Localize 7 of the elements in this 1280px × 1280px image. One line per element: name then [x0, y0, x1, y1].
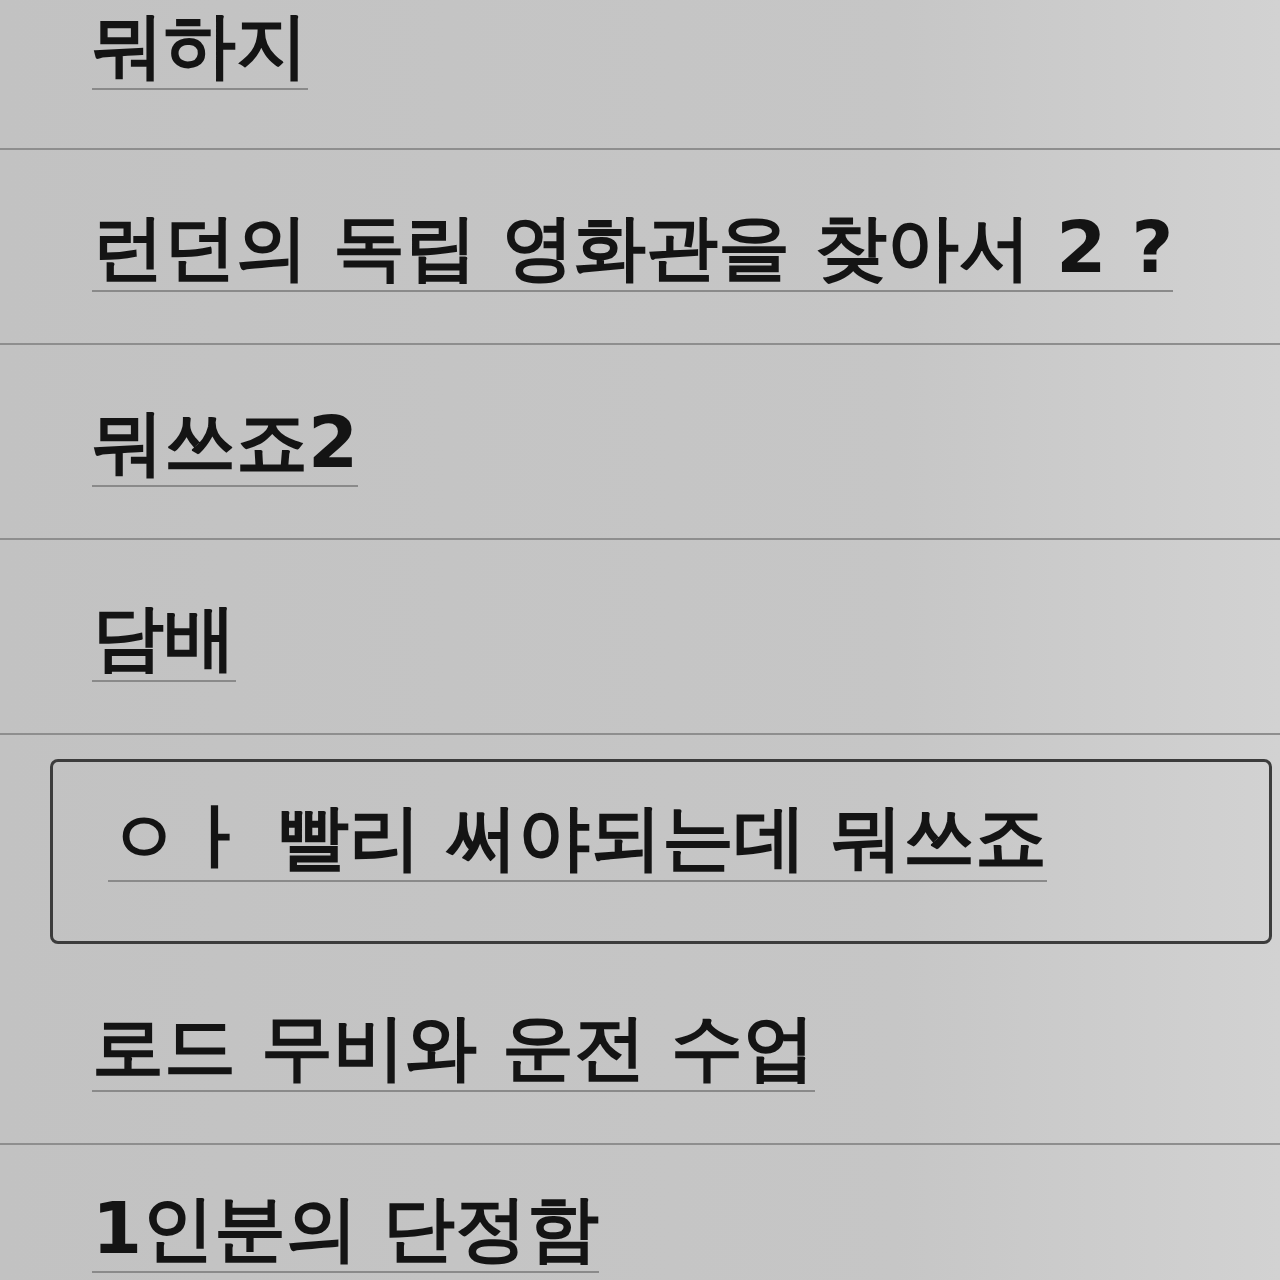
list-item-title: 런던의 독립 영화관을 찾아서 2 ?	[92, 210, 1174, 292]
list-item-title: 1인분의 단정함	[92, 1191, 600, 1273]
list-item-title: 로드 무비와 운전 수업	[92, 1010, 816, 1092]
list-item-title: 뭐쓰죠2	[92, 405, 359, 487]
list-item-title: 뭐하지	[92, 8, 308, 90]
text-input-field[interactable]: ㅇㅏ 빨리 써야되는데 뭐쓰죠	[50, 759, 1272, 944]
list-item-title: 담배	[92, 600, 236, 682]
